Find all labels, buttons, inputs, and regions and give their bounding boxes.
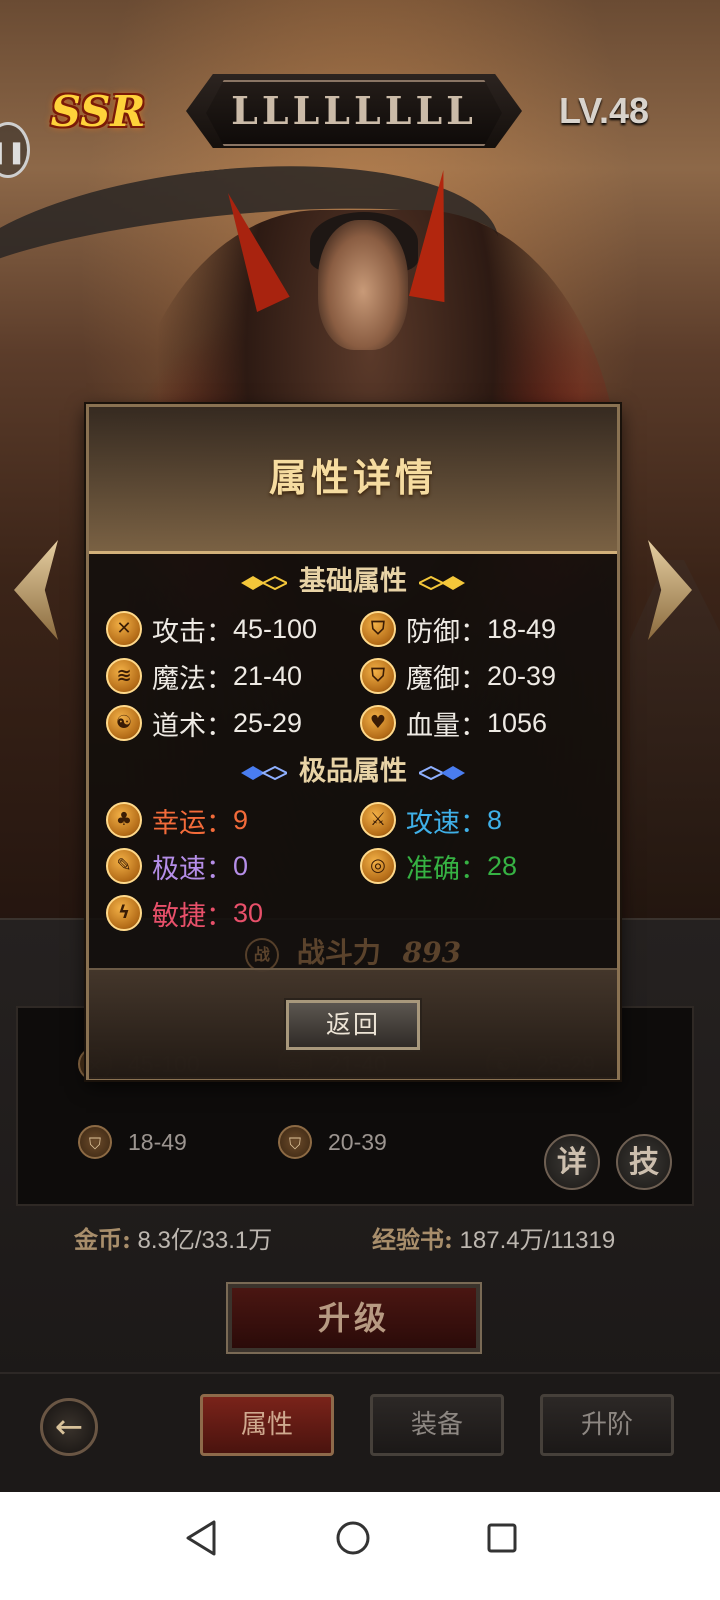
magic-shield-icon: ⛉ [360, 658, 396, 694]
shield-icon: ⛉ [360, 611, 396, 647]
crossed-swords-icon: ✕ [106, 611, 142, 647]
yin-yang-icon: ☯ [106, 705, 142, 741]
exp-book-resource: 经验书: 187.4万/11319 [372, 1220, 615, 1260]
lightning-icon: ϟ [106, 895, 142, 931]
mini-stat-defense: ⛉ 18-49 [78, 1124, 187, 1160]
skill-button[interactable]: 技 [616, 1134, 672, 1190]
gold-resource: 金币: 8.3亿/33.1万 [74, 1220, 272, 1260]
exp-book-label: 经验书: [372, 1225, 453, 1254]
attr-tao: ☯ 道术： 25-29 [106, 704, 302, 742]
base-attributes-heading: 基础属性 [89, 562, 617, 602]
tab-attributes[interactable]: 属性 [200, 1394, 334, 1456]
back-arrow-icon[interactable]: ← [40, 1398, 98, 1456]
attr-magic-defense: ⛉ 魔御： 20-39 [360, 657, 556, 695]
attr-luck: ♣ 幸运： 9 [106, 801, 248, 839]
hero-level: LV.48 [558, 90, 650, 131]
blue-diamond-icon [241, 764, 287, 782]
shield-icon: ⛉ [78, 1125, 112, 1159]
system-back-icon[interactable] [172, 1508, 232, 1568]
mini-stat-magic-defense: ⛉ 20-39 [278, 1124, 387, 1160]
heart-icon: ♥ [360, 705, 396, 741]
attr-agility: ϟ 敏捷： 30 [106, 894, 263, 932]
attr-hp: ♥ 血量： 1056 [360, 704, 547, 742]
pagoda-silhouette [630, 560, 720, 920]
boot-icon: ✎ [106, 848, 142, 884]
hero-face [318, 220, 408, 350]
sword-speed-icon: ⚔ [360, 802, 396, 838]
upgrade-button[interactable]: 升级 [226, 1282, 482, 1354]
system-recents-icon[interactable] [472, 1508, 532, 1568]
clover-icon: ♣ [106, 802, 142, 838]
attr-attack-speed: ⚔ 攻速： 8 [360, 801, 502, 839]
gold-value: 8.3亿/33.1万 [137, 1227, 273, 1254]
attr-accuracy: ◎ 准确： 28 [360, 847, 517, 885]
detail-button[interactable]: 详 [544, 1134, 600, 1190]
gold-label: 金币: [74, 1225, 131, 1254]
attr-defense: ⛉ 防御： 18-49 [360, 610, 556, 648]
attr-attack: ✕ 攻击： 45-100 [106, 610, 317, 648]
rarity-badge: SSR [50, 87, 146, 136]
modal-title: 属性详情 [268, 455, 437, 500]
system-home-icon[interactable] [323, 1508, 383, 1568]
attr-extreme-speed: ✎ 极速： 0 [106, 847, 248, 885]
exp-book-value: 187.4万/11319 [459, 1227, 616, 1254]
tab-advance[interactable]: 升阶 [540, 1394, 674, 1456]
return-button[interactable]: 返回 [284, 998, 422, 1052]
tab-equipment[interactable]: 装备 [370, 1394, 504, 1456]
target-icon: ◎ [360, 848, 396, 884]
magic-shield-icon: ⛉ [278, 1125, 312, 1159]
combat-badge-icon: 战 [244, 937, 279, 972]
blue-diamond-icon [419, 764, 465, 782]
attr-magic: ≋ 魔法： 21-40 [106, 657, 302, 695]
premium-attributes-heading: 极品属性 [89, 752, 617, 792]
gold-diamond-icon [419, 574, 465, 592]
hero-name: LLLLLLLL [231, 88, 477, 133]
magic-wave-icon: ≋ [106, 658, 142, 694]
gold-diamond-icon [241, 574, 287, 592]
